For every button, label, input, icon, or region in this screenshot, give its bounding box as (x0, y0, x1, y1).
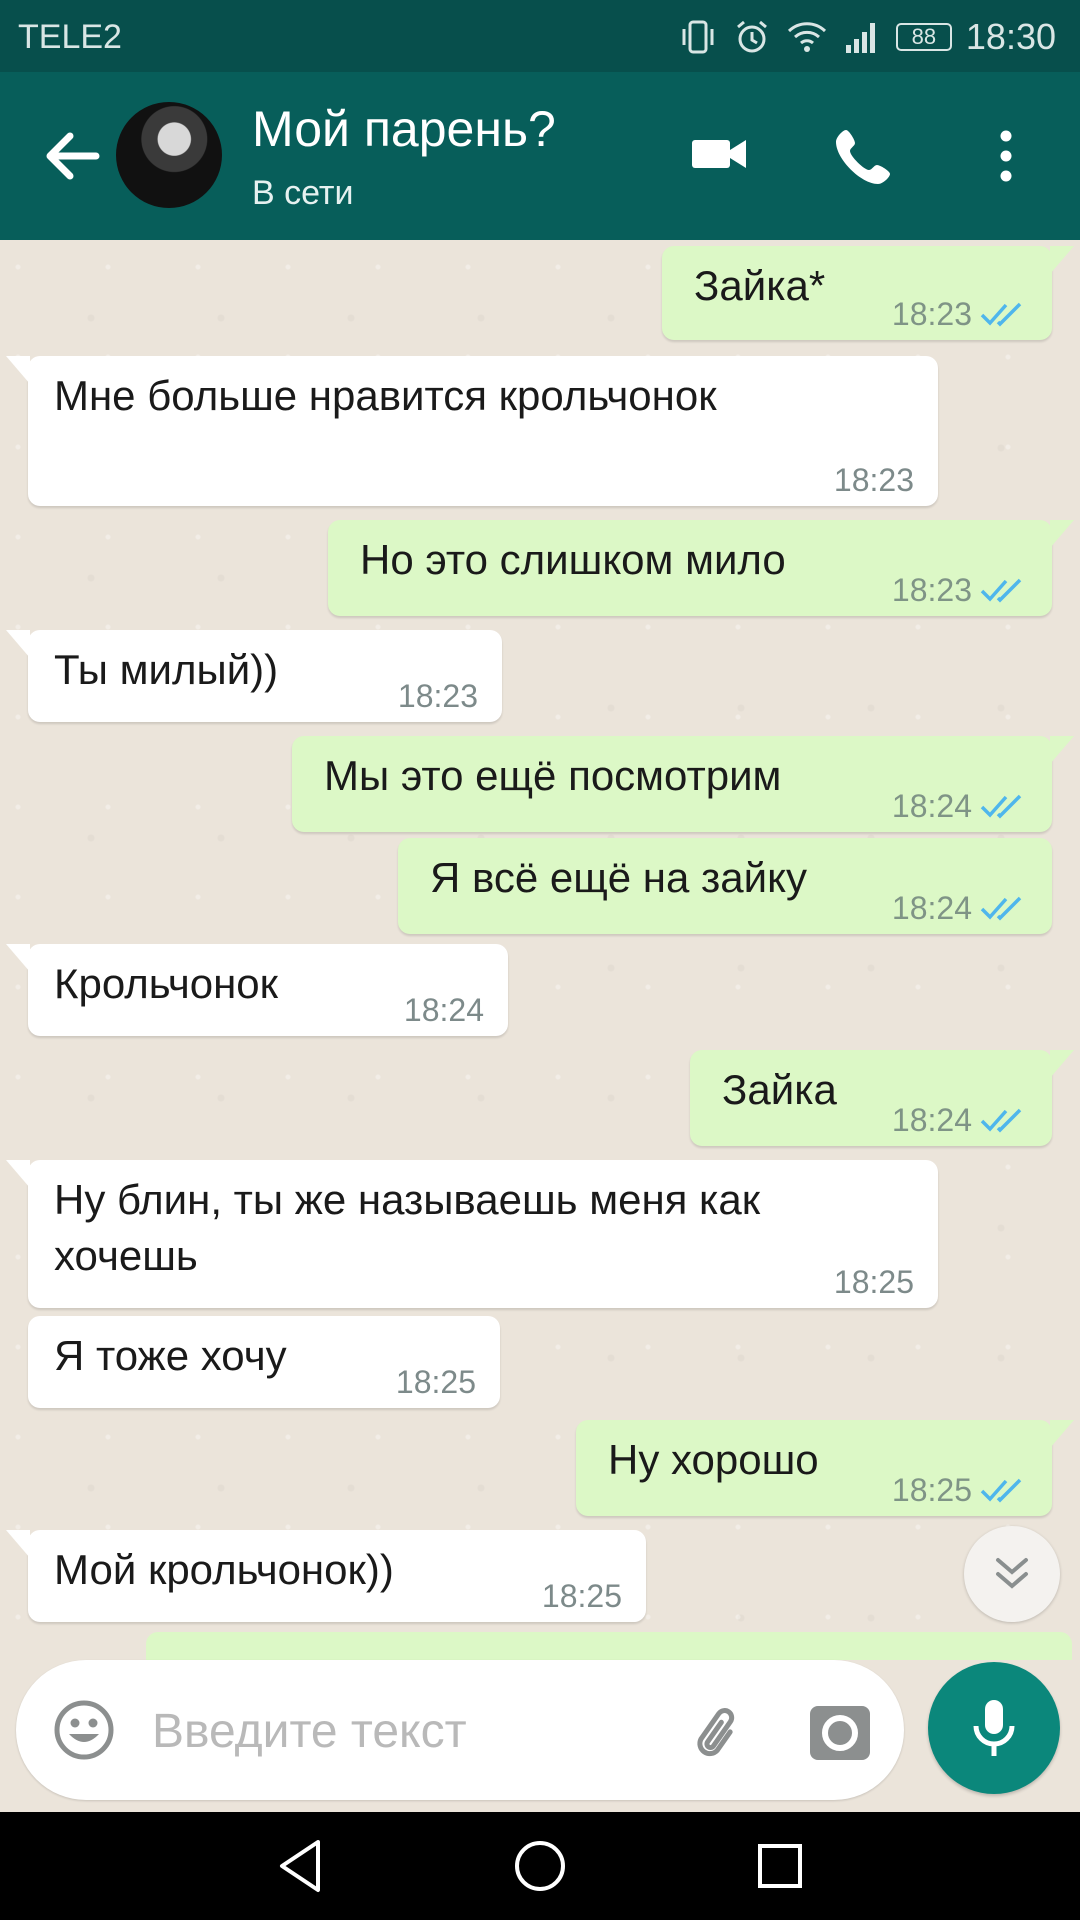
wifi-icon (787, 22, 826, 52)
camera-icon[interactable] (808, 1700, 872, 1764)
message-incoming[interactable]: Я тоже хочу 18:25 (28, 1316, 500, 1408)
nav-home-icon[interactable] (508, 1834, 572, 1898)
video-camera-icon[interactable] (690, 124, 750, 184)
scroll-to-bottom-button[interactable] (964, 1526, 1060, 1622)
contact-status: В сети (252, 174, 354, 212)
system-nav-bar (0, 1812, 1080, 1920)
message-text: Но это слишком мило (360, 536, 786, 583)
message-incoming[interactable]: Крольчонок 18:24 (6, 944, 508, 1036)
message-text: Мы это ещё посмотрим (324, 752, 782, 799)
status-icons: 88 18:30 (678, 12, 1056, 62)
message-input-container (16, 1660, 904, 1800)
message-time: 18:24 (403, 992, 484, 1028)
arrow-left-icon[interactable] (40, 124, 104, 188)
message-text: Зайка (722, 1066, 837, 1113)
message-outgoing[interactable]: Но это слишком мило 18:23 (328, 520, 1074, 616)
message-incoming[interactable]: Мне больше нравится крольчонок 18:23 (6, 356, 938, 506)
paperclip-icon[interactable] (686, 1700, 750, 1764)
message-time: 18:24 (891, 890, 972, 926)
message-time: 18:25 (833, 1264, 914, 1300)
message-text: Ты милый)) (54, 646, 279, 693)
message-incoming[interactable]: Ну блин, ты же называешь меня как хочешь… (6, 1160, 938, 1308)
microphone-button[interactable] (928, 1662, 1060, 1794)
message-time: 18:23 (891, 572, 972, 608)
message-time: 18:25 (891, 1472, 972, 1508)
double-check-icon (980, 896, 1022, 921)
phone-icon[interactable] (832, 124, 896, 188)
double-check-icon (980, 794, 1022, 819)
message-time: 18:23 (833, 462, 914, 498)
avatar[interactable] (116, 102, 222, 208)
message-time: 18:24 (891, 788, 972, 824)
message-incoming[interactable]: Ты милый)) 18:23 (6, 630, 502, 722)
message-outgoing-partial (146, 1632, 1072, 1660)
message-outgoing[interactable]: Мы это ещё посмотрим 18:24 (292, 736, 1074, 832)
double-check-icon (980, 302, 1022, 327)
status-time: 18:30 (965, 16, 1056, 57)
nav-recent-apps-icon[interactable] (748, 1834, 812, 1898)
double-chevron-down-icon (996, 1558, 1028, 1589)
carrier-name: TELE2 (18, 18, 122, 56)
message-time: 18:23 (397, 678, 478, 714)
message-outgoing[interactable]: Зайка* 18:23 (662, 246, 1074, 340)
composer (0, 1660, 1080, 1812)
message-text: Мой крольчонок)) (54, 1546, 394, 1593)
chat-header: Мой парень? В сети (0, 72, 1080, 240)
message-time: 18:23 (891, 296, 972, 332)
message-text: Я всё ещё на зайку (430, 854, 807, 901)
double-check-icon (980, 1108, 1022, 1133)
message-text: Я тоже хочу (54, 1332, 287, 1379)
message-input[interactable] (150, 1698, 674, 1764)
alarm-icon (736, 20, 767, 53)
message-time: 18:25 (541, 1578, 622, 1614)
message-text: Зайка* (694, 262, 826, 309)
signal-icon (845, 23, 875, 53)
message-outgoing[interactable]: Ну хорошо 18:25 (576, 1420, 1074, 1516)
message-list[interactable]: Зайка* 18:23 Мне больше нравится крольчо… (0, 240, 1080, 1660)
message-text: Ну блин, ты же называешь меня как хочешь (54, 1176, 761, 1279)
message-time: 18:25 (395, 1364, 476, 1400)
message-text: Мне больше нравится крольчонок (54, 372, 717, 419)
message-outgoing[interactable]: Зайка 18:24 (690, 1050, 1074, 1146)
vibrate-icon (682, 20, 714, 54)
message-outgoing[interactable]: Я всё ещё на зайку 18:24 (398, 838, 1052, 934)
more-vert-icon[interactable] (986, 124, 1026, 188)
message-time: 18:24 (891, 1102, 972, 1138)
nav-back-icon[interactable] (270, 1834, 334, 1898)
message-text: Ну хорошо (608, 1436, 819, 1483)
status-bar: TELE2 88 18:30 (0, 0, 1080, 72)
double-check-icon (980, 1478, 1022, 1503)
emoji-icon[interactable] (52, 1698, 116, 1762)
message-text: Крольчонок (54, 960, 279, 1007)
contact-name[interactable]: Мой парень? (252, 100, 556, 158)
message-incoming[interactable]: Мой крольчонок)) 18:25 (6, 1530, 646, 1622)
double-check-icon (980, 578, 1022, 603)
battery-indicator: 88 (895, 23, 952, 51)
microphone-icon (973, 1700, 1015, 1756)
